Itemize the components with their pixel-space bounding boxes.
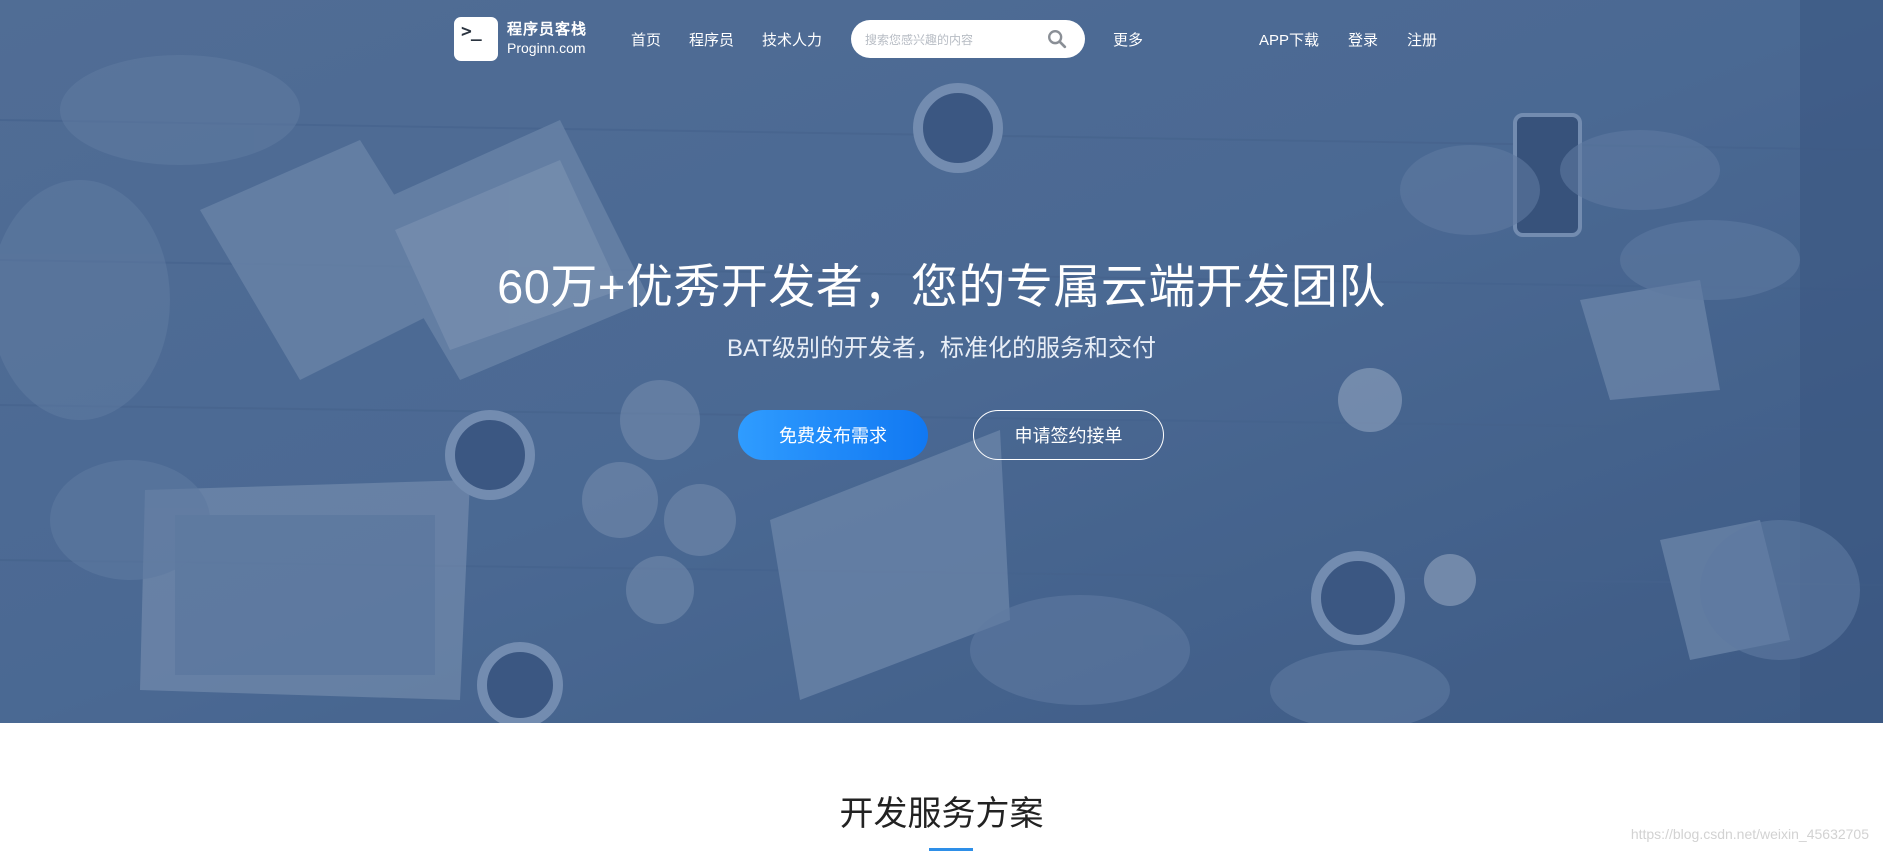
logo-name: 程序员客栈 — [507, 21, 588, 38]
nav-tech-staffing[interactable]: 技术人力 — [762, 29, 822, 50]
nav-programmers[interactable]: 程序员 — [689, 29, 734, 50]
apply-contract-button[interactable]: 申请签约接单 — [973, 410, 1164, 460]
nav-register[interactable]: 注册 — [1407, 29, 1437, 50]
logo-text: 程序员客栈 Proginn.com — [507, 20, 587, 58]
nav-login[interactable]: 登录 — [1348, 29, 1378, 50]
section-title: 开发服务方案 — [839, 795, 1044, 833]
search-icon[interactable] — [1046, 28, 1068, 50]
hero-subtitle: BAT级别的开发者，标准化的服务和交付 — [727, 335, 1156, 362]
search-input[interactable] — [863, 29, 1043, 51]
hero-title: 60万+优秀开发者，您的专属云端开发团队 — [497, 260, 1386, 313]
top-navigation: >_ 程序员客栈 Proginn.com 首页 程序员 技术人力 更多 APP下… — [0, 0, 1883, 78]
search-box — [851, 20, 1085, 58]
post-requirement-button[interactable]: 免费发布需求 — [738, 410, 928, 460]
section-title-underline — [929, 848, 973, 851]
logo-domain: Proginn.com — [507, 40, 586, 56]
site-logo[interactable]: >_ 程序员客栈 Proginn.com — [454, 17, 587, 61]
nav-home[interactable]: 首页 — [631, 29, 661, 50]
hero-banner: >_ 程序员客栈 Proginn.com 首页 程序员 技术人力 更多 APP下… — [0, 0, 1883, 723]
nav-more[interactable]: 更多 — [1113, 29, 1143, 50]
nav-app-download[interactable]: APP下载 — [1259, 29, 1319, 50]
terminal-prompt-icon: >_ — [454, 17, 498, 61]
watermark: https://blog.csdn.net/weixin_45632705 — [1630, 826, 1869, 842]
